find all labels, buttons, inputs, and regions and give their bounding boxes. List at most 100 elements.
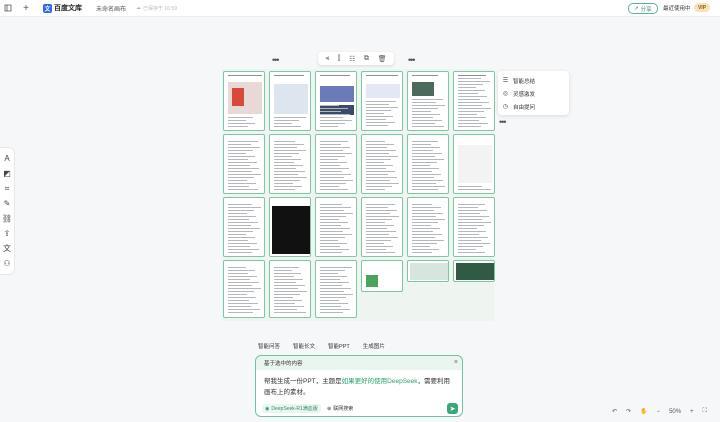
card-text-line — [412, 243, 437, 244]
card[interactable] — [223, 71, 265, 131]
card-text-line — [320, 222, 348, 223]
card[interactable] — [315, 260, 357, 318]
web-search-toggle[interactable]: ⊕ 联网搜索 — [324, 404, 356, 413]
translate-icon[interactable]: 文 — [3, 244, 12, 253]
card[interactable] — [453, 197, 495, 257]
sidebar-toggle-icon[interactable] — [3, 3, 13, 13]
menu-item-summary[interactable]: ☰ 智能总结 — [498, 74, 569, 87]
card-text-line — [412, 180, 443, 181]
more-tools-icon[interactable]: ⚇ — [3, 259, 12, 268]
card-text-line — [412, 117, 433, 118]
card-text-line — [228, 312, 253, 313]
logo-text: 百度文库 — [54, 5, 82, 12]
card-text-line — [412, 204, 432, 205]
ask-icon: ◷ — [502, 104, 509, 110]
card[interactable] — [223, 197, 265, 257]
shape-icon[interactable]: ◩ — [3, 169, 12, 178]
card-text-line — [274, 177, 307, 178]
card[interactable] — [223, 260, 265, 318]
fit-screen-icon[interactable]: ⛶ — [703, 408, 707, 415]
card[interactable] — [361, 134, 403, 194]
vip-badge[interactable]: VIP — [694, 3, 710, 12]
card[interactable] — [269, 260, 311, 318]
share-button[interactable]: ↗ 分享 — [628, 3, 658, 14]
card-text-line — [320, 276, 347, 277]
card-text-line — [412, 162, 437, 163]
zoom-in-icon[interactable]: + — [690, 409, 694, 415]
action-qa[interactable]: 智能问答 — [258, 342, 280, 350]
action-longtext[interactable]: 智能长文 — [293, 342, 315, 350]
hand-icon[interactable]: ✋ — [640, 408, 647, 415]
more-icon-menu[interactable]: ••• — [499, 118, 507, 127]
card[interactable] — [453, 260, 495, 282]
zoom-out-icon[interactable]: − — [657, 409, 661, 415]
pen-icon[interactable]: ✎ — [3, 199, 12, 208]
action-image[interactable]: 生成图片 — [363, 342, 385, 350]
card[interactable] — [223, 134, 265, 194]
close-icon[interactable]: × — [454, 359, 458, 366]
redo-icon[interactable]: ↷ — [626, 408, 631, 415]
more-icon-left[interactable]: ••• — [272, 56, 280, 65]
card[interactable] — [407, 260, 449, 282]
card-text-line — [320, 159, 338, 160]
card-text-line — [320, 144, 341, 145]
card-text-line — [274, 165, 303, 166]
card-text-line — [320, 291, 344, 292]
copy-icon[interactable]: ⧉ — [364, 55, 369, 63]
card-text-line — [274, 180, 300, 181]
card[interactable] — [361, 197, 403, 257]
card-text-line — [228, 189, 258, 190]
model-select[interactable]: ◉ DeepSeek-R1满血版 — [262, 404, 321, 413]
delete-icon[interactable]: 🗑 — [378, 55, 387, 63]
card[interactable] — [407, 71, 449, 131]
card-text-line — [412, 165, 430, 166]
deepseek-icon: ◉ — [265, 405, 270, 412]
card[interactable] — [315, 71, 357, 131]
more-icon-right[interactable]: ••• — [408, 56, 416, 65]
menu-item-inspire[interactable]: ◎ 灵感激发 — [498, 87, 569, 100]
card-text-line — [412, 156, 435, 157]
card-text-line — [366, 113, 384, 114]
card-text-line — [412, 147, 440, 148]
undo-icon[interactable]: ↶ — [612, 408, 617, 415]
send-button[interactable]: ➤ — [447, 403, 458, 414]
card[interactable] — [269, 197, 311, 257]
align-center-icon[interactable]: ⫿ — [338, 55, 340, 63]
card[interactable] — [269, 71, 311, 131]
recent-label[interactable]: 最近使用中 — [663, 4, 691, 12]
card-text-line — [458, 117, 486, 118]
card-text-line — [274, 120, 299, 121]
card[interactable] — [269, 134, 311, 194]
card[interactable] — [315, 134, 357, 194]
align-left-icon[interactable]: ⫷ — [325, 55, 329, 63]
card[interactable] — [453, 134, 495, 194]
text-icon[interactable]: A — [3, 154, 12, 163]
logo[interactable]: 文 百度文库 — [43, 3, 82, 13]
link-icon[interactable]: ⛓ — [2, 214, 12, 223]
zoom-value[interactable]: 50% — [669, 409, 681, 415]
cloud-icon: ☁ — [136, 5, 142, 11]
card-text-line — [274, 162, 294, 163]
card[interactable] — [361, 260, 403, 292]
doc-title[interactable]: 未命名画布 — [96, 4, 126, 13]
card[interactable] — [453, 71, 495, 131]
card[interactable] — [361, 71, 403, 131]
crop-icon[interactable]: ⌗ — [3, 184, 12, 193]
card[interactable] — [315, 197, 357, 257]
card-text-line — [412, 105, 445, 106]
card-text-line — [274, 297, 293, 298]
card-text-line — [274, 279, 303, 280]
add-icon[interactable]: + — [21, 3, 31, 14]
layout-icon[interactable]: ☷ — [349, 55, 355, 63]
card[interactable] — [407, 197, 449, 257]
card[interactable] — [407, 134, 449, 194]
card-image — [320, 86, 354, 102]
bottom-controls: ↶ ↷ ✋ − 50% + ⛶ — [612, 408, 707, 415]
menu-item-ask[interactable]: ◷ 自由提问 — [498, 100, 569, 113]
canvas-selection[interactable] — [222, 69, 495, 321]
action-ppt[interactable]: 智能PPT — [328, 342, 350, 350]
upload-icon[interactable]: ⇪ — [3, 229, 12, 238]
card-text-line — [228, 183, 256, 184]
chat-input[interactable]: 帮我生成一份PPT，主题是如果更好的使用DeepSeek，需要利用画布上的素材。 — [264, 376, 456, 398]
card-text-line — [228, 186, 249, 187]
